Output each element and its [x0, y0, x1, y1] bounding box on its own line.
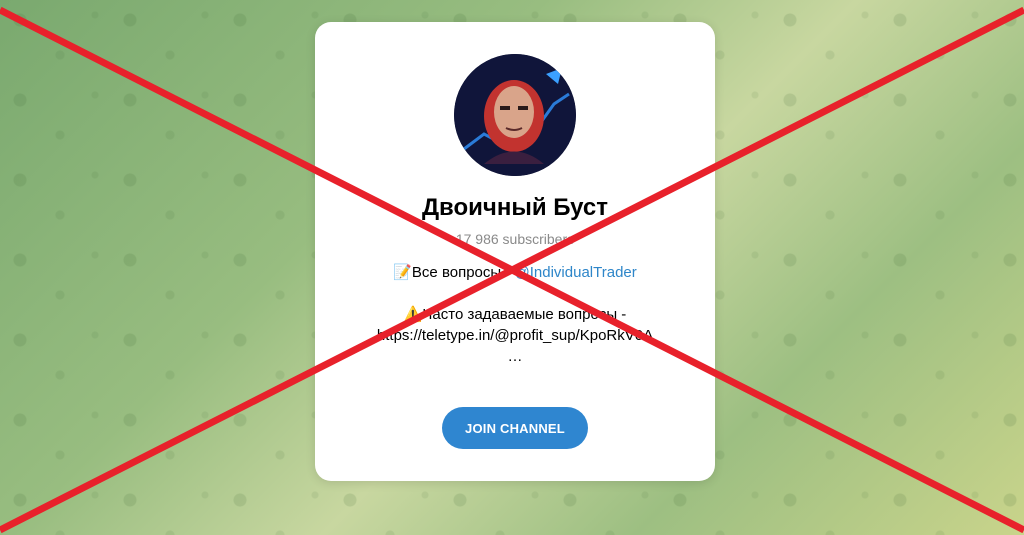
join-channel-button[interactable]: JOIN CHANNEL — [442, 407, 588, 449]
description-ellipsis: … — [507, 348, 523, 365]
description-prefix: 📝Все вопросы - — [393, 264, 515, 281]
description-line-4: https://teletype.in/@profit_sup/KpoRkV0A — [376, 327, 654, 344]
channel-description: 📝Все вопросы - @IndividualTrader ⚠️Часто… — [345, 262, 685, 367]
channel-title: Двоичный Буст — [421, 194, 609, 221]
channel-card: Двоичный Буст 17 986 subscribers 📝Все во… — [315, 22, 715, 481]
subscriber-count: 17 986 subscribers — [455, 231, 575, 247]
channel-avatar — [454, 54, 576, 176]
description-line-3: ⚠️Часто задаваемые вопросы - — [403, 306, 627, 323]
portrait-avatar-icon — [454, 54, 576, 176]
description-line-1: 📝Все вопросы - @IndividualTrader — [345, 262, 685, 283]
individualtrader-link[interactable]: @IndividualTrader — [515, 264, 637, 281]
